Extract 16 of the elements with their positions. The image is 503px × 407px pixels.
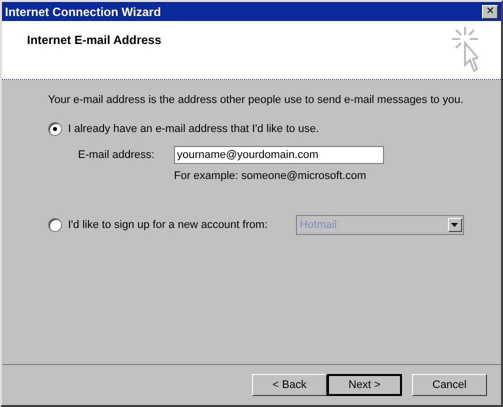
example-hint: For example: someone@microsoft.com xyxy=(174,170,368,182)
wizard-button[interactable]: Cancel xyxy=(412,374,487,396)
radio-button[interactable] xyxy=(48,218,62,232)
email-input-field[interactable]: yourname@yourdomain.com xyxy=(174,146,384,164)
option-label: I already have an e-mail address that I'd like to use. xyxy=(68,123,319,135)
page-title: Internet E-mail Address xyxy=(27,33,162,47)
intro-text: Your e-mail address is the address other people use to send e-mail messages to you. xyxy=(48,94,464,106)
dropdown-arrow-icon xyxy=(451,223,458,227)
option-label: I'd like to sign up for a new account from: xyxy=(68,219,268,231)
close-button[interactable]: ✕ xyxy=(482,4,498,18)
wizard-button[interactable]: < Back xyxy=(252,374,327,396)
cursor-sparkle-icon xyxy=(452,27,478,75)
field-label: E-mail address: xyxy=(78,149,156,161)
radio-button[interactable] xyxy=(48,122,62,136)
wizard-button[interactable]: Next > xyxy=(327,374,402,396)
window-title: Internet Connection Wizard xyxy=(5,4,161,18)
